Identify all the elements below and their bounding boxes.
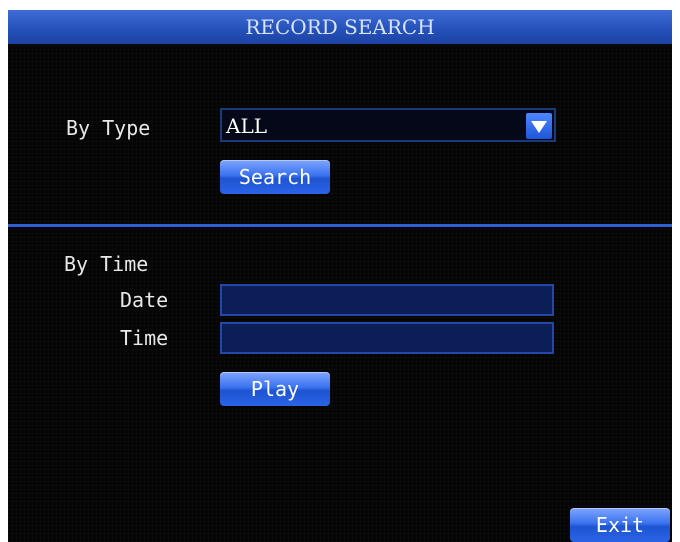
play-button[interactable]: Play: [220, 372, 330, 406]
record-search-screen: RECORD SEARCH By Type ALL Search By Time…: [8, 10, 672, 542]
time-field[interactable]: [220, 322, 554, 354]
by-type-label: By Type: [66, 116, 151, 140]
search-button[interactable]: Search: [220, 160, 330, 194]
type-select-value: ALL: [226, 114, 268, 138]
time-label: Time: [120, 326, 169, 350]
by-time-label: By Time: [64, 252, 149, 276]
date-field[interactable]: [220, 284, 554, 316]
page-title: RECORD SEARCH: [245, 15, 435, 39]
date-label: Date: [120, 288, 169, 312]
chevron-down-icon[interactable]: [526, 113, 552, 139]
exit-button[interactable]: Exit: [570, 508, 670, 542]
title-bar: RECORD SEARCH: [8, 10, 672, 44]
section-divider: [8, 224, 672, 227]
type-select[interactable]: ALL: [220, 108, 556, 142]
